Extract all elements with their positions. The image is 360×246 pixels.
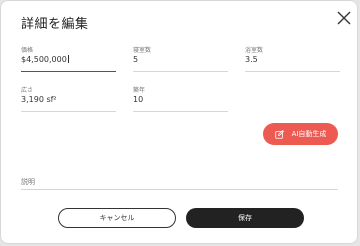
edit-icon bbox=[274, 129, 284, 139]
price-input[interactable]: $4,500,000 bbox=[21, 55, 69, 64]
text-cursor bbox=[67, 55, 69, 63]
save-label: 保存 bbox=[238, 214, 252, 222]
bathrooms-underline bbox=[245, 71, 340, 72]
bedrooms-label: 寝室数 bbox=[133, 47, 152, 54]
description-underline bbox=[21, 189, 338, 190]
ai-generate-label: AI自動生成 bbox=[291, 130, 327, 138]
close-icon[interactable] bbox=[337, 11, 351, 25]
bedrooms-underline bbox=[133, 71, 228, 72]
bedrooms-input[interactable]: 5 bbox=[133, 55, 138, 64]
price-label: 価格 bbox=[21, 47, 34, 54]
bathrooms-input[interactable]: 3.5 bbox=[245, 55, 258, 64]
description-field[interactable]: 説明 bbox=[21, 177, 338, 190]
area-underline bbox=[21, 111, 116, 112]
cancel-button[interactable]: キャンセル bbox=[58, 208, 176, 228]
area-input[interactable]: 3,190 sf² bbox=[21, 95, 57, 104]
bedrooms-field[interactable]: 寝室数 5 bbox=[133, 45, 228, 73]
edit-details-dialog: 詳細を編集 価格 $4,500,000 寝室数 5 浴室数 3.5 広さ 3,1… bbox=[1, 1, 357, 243]
cancel-label: キャンセル bbox=[99, 214, 135, 222]
age-underline bbox=[133, 111, 228, 112]
price-underline bbox=[21, 71, 116, 72]
area-label: 広さ bbox=[21, 87, 34, 94]
age-input[interactable]: 10 bbox=[133, 95, 143, 104]
area-field[interactable]: 広さ 3,190 sf² bbox=[21, 85, 116, 113]
ai-generate-button[interactable]: AI自動生成 bbox=[263, 123, 338, 145]
age-field[interactable]: 築年 10 bbox=[133, 85, 228, 113]
age-label: 築年 bbox=[133, 87, 146, 94]
description-label: 説明 bbox=[21, 178, 35, 186]
bathrooms-label: 浴室数 bbox=[245, 47, 264, 54]
price-field[interactable]: 価格 $4,500,000 bbox=[21, 45, 116, 73]
dialog-title: 詳細を編集 bbox=[21, 17, 89, 32]
bathrooms-field[interactable]: 浴室数 3.5 bbox=[245, 45, 340, 73]
save-button[interactable]: 保存 bbox=[186, 208, 304, 228]
